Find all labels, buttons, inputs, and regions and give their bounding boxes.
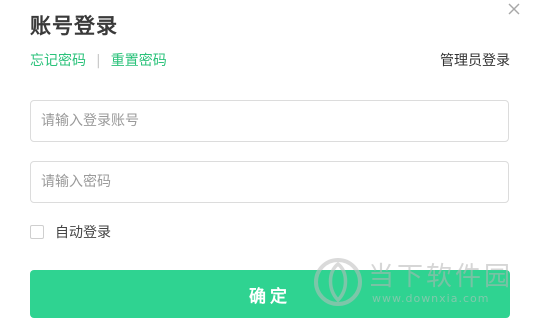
remember-label: 自动登录 [55, 225, 111, 241]
confirm-button[interactable]: 确定 [30, 270, 510, 318]
links-row: 忘记密码 | 重置密码 管理员登录 [30, 50, 510, 70]
password-input[interactable] [30, 161, 509, 203]
remember-login[interactable]: 自动登录 [30, 223, 111, 241]
reset-password-link[interactable]: 重置密码 [111, 53, 167, 69]
remember-checkbox[interactable] [30, 225, 44, 239]
link-separator: | [96, 53, 101, 69]
close-icon[interactable] [505, 0, 523, 18]
forgot-password-link[interactable]: 忘记密码 [30, 53, 86, 69]
account-input[interactable] [30, 100, 509, 142]
admin-login-link[interactable]: 管理员登录 [440, 50, 510, 70]
login-dialog: 账号登录 忘记密码|重置密码 管理员登录 自动登录 确定 当下软件园 www.d… [0, 0, 540, 320]
dialog-title: 账号登录 [30, 14, 118, 38]
